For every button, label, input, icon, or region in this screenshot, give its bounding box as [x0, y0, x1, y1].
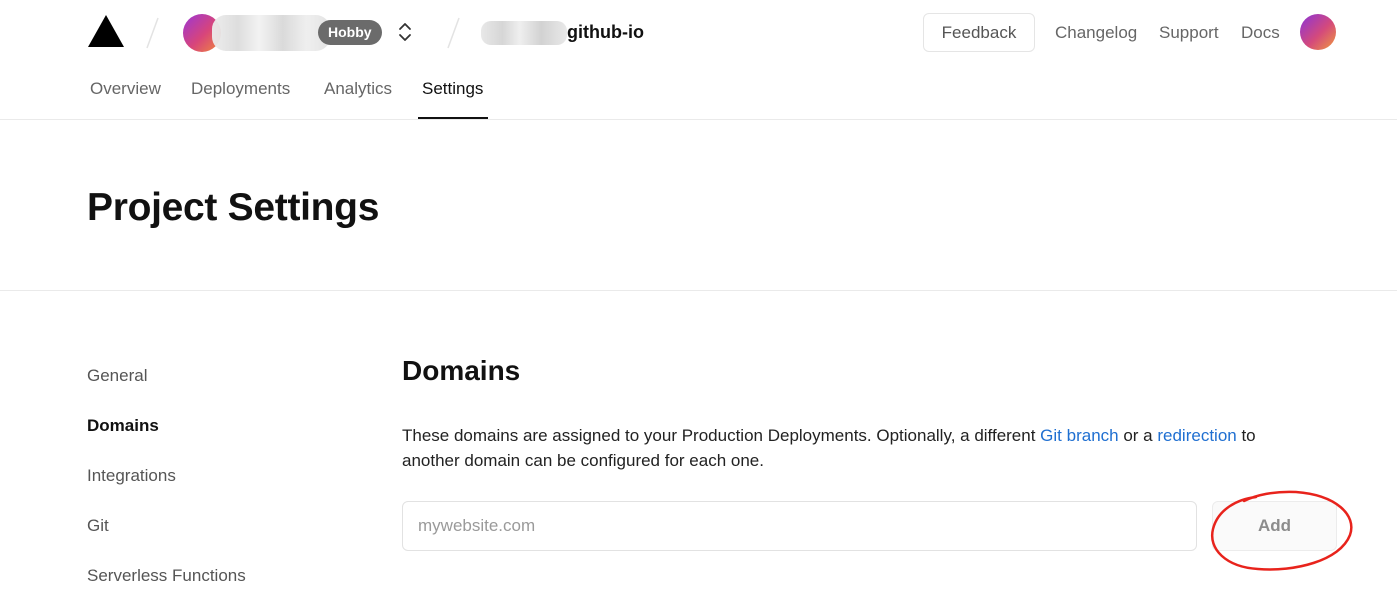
tab-settings[interactable]: Settings [422, 79, 483, 99]
sidebar-item-integrations[interactable]: Integrations [87, 466, 176, 486]
project-owner-redacted[interactable] [481, 21, 567, 45]
team-name-redacted[interactable] [212, 15, 330, 51]
git-branch-link[interactable]: Git branch [1040, 426, 1118, 445]
sidebar-item-git[interactable]: Git [87, 516, 109, 536]
user-avatar[interactable] [1300, 14, 1336, 50]
changelog-link[interactable]: Changelog [1055, 23, 1137, 43]
breadcrumb-separator-icon [447, 17, 460, 49]
docs-link[interactable]: Docs [1241, 23, 1280, 43]
sidebar-item-serverless-functions[interactable]: Serverless Functions [87, 566, 246, 586]
project-name[interactable]: github-io [567, 22, 644, 43]
tab-deployments[interactable]: Deployments [191, 79, 290, 99]
page-title: Project Settings [87, 186, 380, 229]
top-header: Hobby github-io Feedback Changelog Suppo… [0, 0, 1397, 120]
chevron-up-down-icon[interactable] [396, 20, 414, 44]
sidebar-item-general[interactable]: General [87, 366, 147, 386]
active-tab-indicator [418, 117, 488, 119]
feedback-button[interactable]: Feedback [923, 13, 1035, 52]
tab-analytics[interactable]: Analytics [324, 79, 392, 99]
redirection-link[interactable]: redirection [1157, 426, 1236, 445]
tab-overview[interactable]: Overview [90, 79, 161, 99]
domains-description: These domains are assigned to your Produ… [402, 423, 1302, 473]
sidebar-item-domains[interactable]: Domains [87, 416, 159, 436]
breadcrumb-separator-icon [146, 17, 159, 49]
triangle-logo-icon[interactable] [87, 14, 125, 48]
add-domain-button[interactable]: Add [1212, 501, 1337, 551]
support-link[interactable]: Support [1159, 23, 1219, 43]
description-text: These domains are assigned to your Produ… [402, 426, 1041, 445]
description-text: or a [1118, 426, 1158, 445]
title-band: Project Settings [0, 120, 1397, 291]
plan-badge: Hobby [318, 20, 382, 45]
domain-input[interactable] [402, 501, 1197, 551]
domains-heading: Domains [402, 355, 521, 386]
